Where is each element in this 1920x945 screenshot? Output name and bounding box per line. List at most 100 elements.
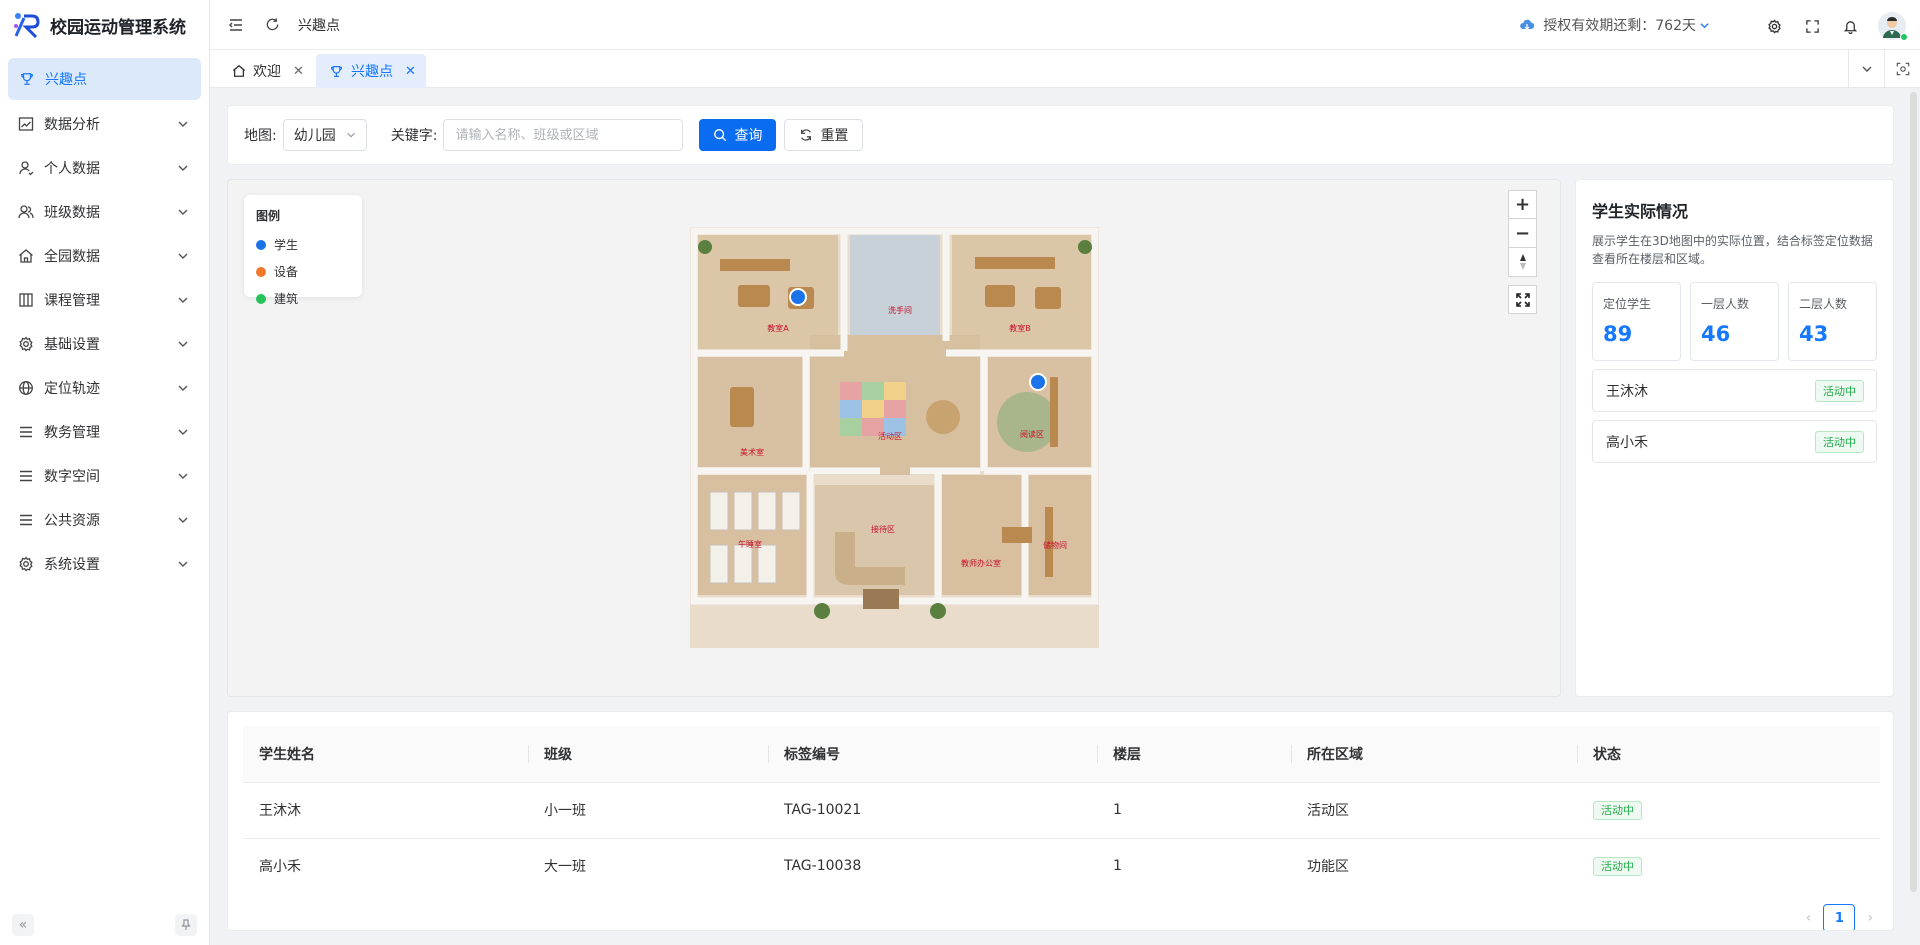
filter-bar: 地图: 幼儿园 关键字: 查询 重置 (227, 105, 1894, 165)
legend-label: 设备 (274, 265, 299, 279)
sidebar-item-data-analysis[interactable]: 数据分析 (0, 102, 209, 146)
student-marker[interactable] (789, 288, 807, 306)
status-badge: 活动中 (1815, 379, 1864, 402)
close-icon[interactable]: ✕ (405, 64, 416, 79)
pin-icon[interactable] (175, 914, 197, 936)
stat-located-students: 定位学生 89 (1592, 282, 1681, 361)
status-badge: 活动中 (1593, 801, 1642, 820)
sidebar-item-system-settings[interactable]: 系统设置 (0, 542, 209, 586)
cell-floor: 1 (1097, 781, 1291, 838)
tab-welcome[interactable]: 欢迎 ✕ (218, 54, 314, 88)
refresh-icon[interactable] (262, 15, 282, 35)
stat-label: 一层人数 (1701, 297, 1750, 311)
status-badge: 活动中 (1815, 430, 1864, 453)
student-marker[interactable] (1029, 373, 1047, 391)
map-select[interactable]: 幼儿园 (282, 119, 367, 151)
sidebar-item-class-data[interactable]: 班级数据 (0, 190, 209, 234)
stat-label: 二层人数 (1799, 297, 1848, 311)
fullscreen-map-button[interactable] (1508, 285, 1537, 314)
student-name: 王沐沐 (1606, 383, 1648, 400)
sidebar-item-interest-points[interactable]: 兴趣点 (8, 58, 201, 100)
cell-area: 功能区 (1291, 837, 1577, 894)
sidebar-item-academic-management[interactable]: 教务管理 (0, 410, 209, 454)
legend-label: 建筑 (274, 292, 299, 306)
chevron-down-icon (346, 132, 355, 138)
column-header: 所在区域 (1291, 726, 1577, 782)
screenshot-icon[interactable] (1884, 50, 1920, 88)
legend-item-device: 设备 (256, 258, 350, 285)
legend-title: 图例 (256, 209, 281, 223)
legend-dot (256, 239, 266, 250)
map-select-value: 幼儿园 (293, 128, 336, 144)
status-badge: 活动中 (1593, 857, 1642, 877)
search-button[interactable]: 查询 (699, 119, 777, 151)
stat-floor2-count: 二层人数 43 (1788, 282, 1877, 361)
zoom-in-button[interactable]: + (1508, 190, 1537, 219)
sidebar-item-label: 公共资源 (44, 513, 100, 529)
room-label: 教室A (767, 323, 789, 333)
next-page-icon[interactable]: › (1867, 910, 1873, 926)
tab-interest-points[interactable]: 兴趣点 ✕ (316, 54, 426, 88)
app-name: 校园运动管理系统 (50, 17, 186, 38)
chevron-down-icon (178, 517, 188, 523)
search-button-label: 查询 (734, 128, 763, 144)
tab-tools (1848, 50, 1920, 88)
sidebar-item-label: 班级数据 (44, 205, 100, 221)
student-card[interactable]: 王沐沐 活动中 (1592, 369, 1877, 412)
page-number[interactable]: 1 (1823, 904, 1856, 930)
cell-status: 活动中 (1577, 837, 1880, 894)
sidebar-item-school-data[interactable]: 全园数据 (0, 234, 209, 278)
zoom-out-button[interactable]: − (1508, 219, 1537, 248)
compass-icon (1519, 254, 1526, 270)
map-view[interactable]: 图例 学生 设备 建筑 教室A 洗手间 教室B 美术室 活动区 阅读区 午睡室 … (227, 179, 1561, 697)
cloud-icon (1520, 19, 1535, 30)
room-label: 接待区 (871, 524, 895, 534)
sidebar-item-location-tracking[interactable]: 定位轨迹 (0, 366, 209, 410)
fullscreen-icon[interactable] (1802, 16, 1822, 36)
online-status-dot (1900, 33, 1908, 41)
column-header: 楼层 (1097, 726, 1291, 782)
gear-icon (17, 335, 35, 353)
sidebar: 校园运动管理系统 兴趣点 数据分析 个人数据 班级数据 全园数据 课程管理 基础… (0, 0, 210, 945)
collapse-sidebar-icon[interactable]: « (12, 914, 34, 936)
map-label: 地图: (244, 128, 277, 144)
room-label: 美术室 (740, 447, 764, 457)
top-header: 兴趣点 授权有效期还剩：762天 (210, 0, 1920, 50)
stat-value: 89 (1603, 322, 1633, 346)
table-row[interactable]: 高小禾 大一班 TAG-10038 1 功能区 活动中 (243, 837, 1880, 894)
sidebar-item-digital-space[interactable]: 数字空间 (0, 454, 209, 498)
compass-button[interactable] (1508, 248, 1537, 277)
floor-plan: 教室A 洗手间 教室B 美术室 活动区 阅读区 午睡室 接待区 教师办公室 储物… (690, 227, 1099, 648)
reset-button[interactable]: 重置 (784, 119, 864, 151)
sidebar-item-label: 定位轨迹 (44, 381, 100, 397)
table-header-row: 学生姓名 班级 标签编号 楼层 所在区域 状态 (243, 726, 1880, 782)
search-icon (713, 128, 728, 143)
student-card[interactable]: 高小禾 活动中 (1592, 420, 1877, 463)
keyword-label: 关键字: (390, 128, 438, 144)
avatar[interactable] (1878, 12, 1908, 41)
column-header: 学生姓名 (259, 746, 315, 763)
sidebar-item-personal-data[interactable]: 个人数据 (0, 146, 209, 190)
chevron-down-icon (1700, 22, 1709, 28)
prev-page-icon[interactable]: ‹ (1806, 910, 1812, 926)
table-row[interactable]: 王沐沐 小一班 TAG-10021 1 活动区 活动中 (243, 781, 1880, 838)
room-label: 活动区 (878, 431, 902, 441)
sidebar-item-public-resources[interactable]: 公共资源 (0, 498, 209, 542)
keyword-input[interactable] (443, 119, 684, 151)
column-header: 标签编号 (768, 726, 1097, 782)
chevron-down-icon (178, 165, 188, 171)
license-info[interactable]: 授权有效期还剩：762天 (1519, 15, 1710, 35)
chevron-down-icon[interactable] (1848, 50, 1884, 88)
gear-icon[interactable] (1764, 16, 1784, 36)
page-scrollbar[interactable] (1910, 92, 1917, 892)
cell-class: 大一班 (528, 837, 768, 894)
bell-icon[interactable] (1840, 16, 1860, 36)
menu-lines-icon (17, 423, 35, 441)
home-icon (17, 247, 35, 265)
stat-floor1-count: 一层人数 46 (1690, 282, 1779, 361)
menu-fold-icon[interactable] (226, 15, 246, 35)
legend-dot (256, 293, 266, 304)
close-icon[interactable]: ✕ (293, 64, 304, 79)
sidebar-item-basic-settings[interactable]: 基础设置 (0, 322, 209, 366)
sidebar-item-course-management[interactable]: 课程管理 (0, 278, 209, 322)
